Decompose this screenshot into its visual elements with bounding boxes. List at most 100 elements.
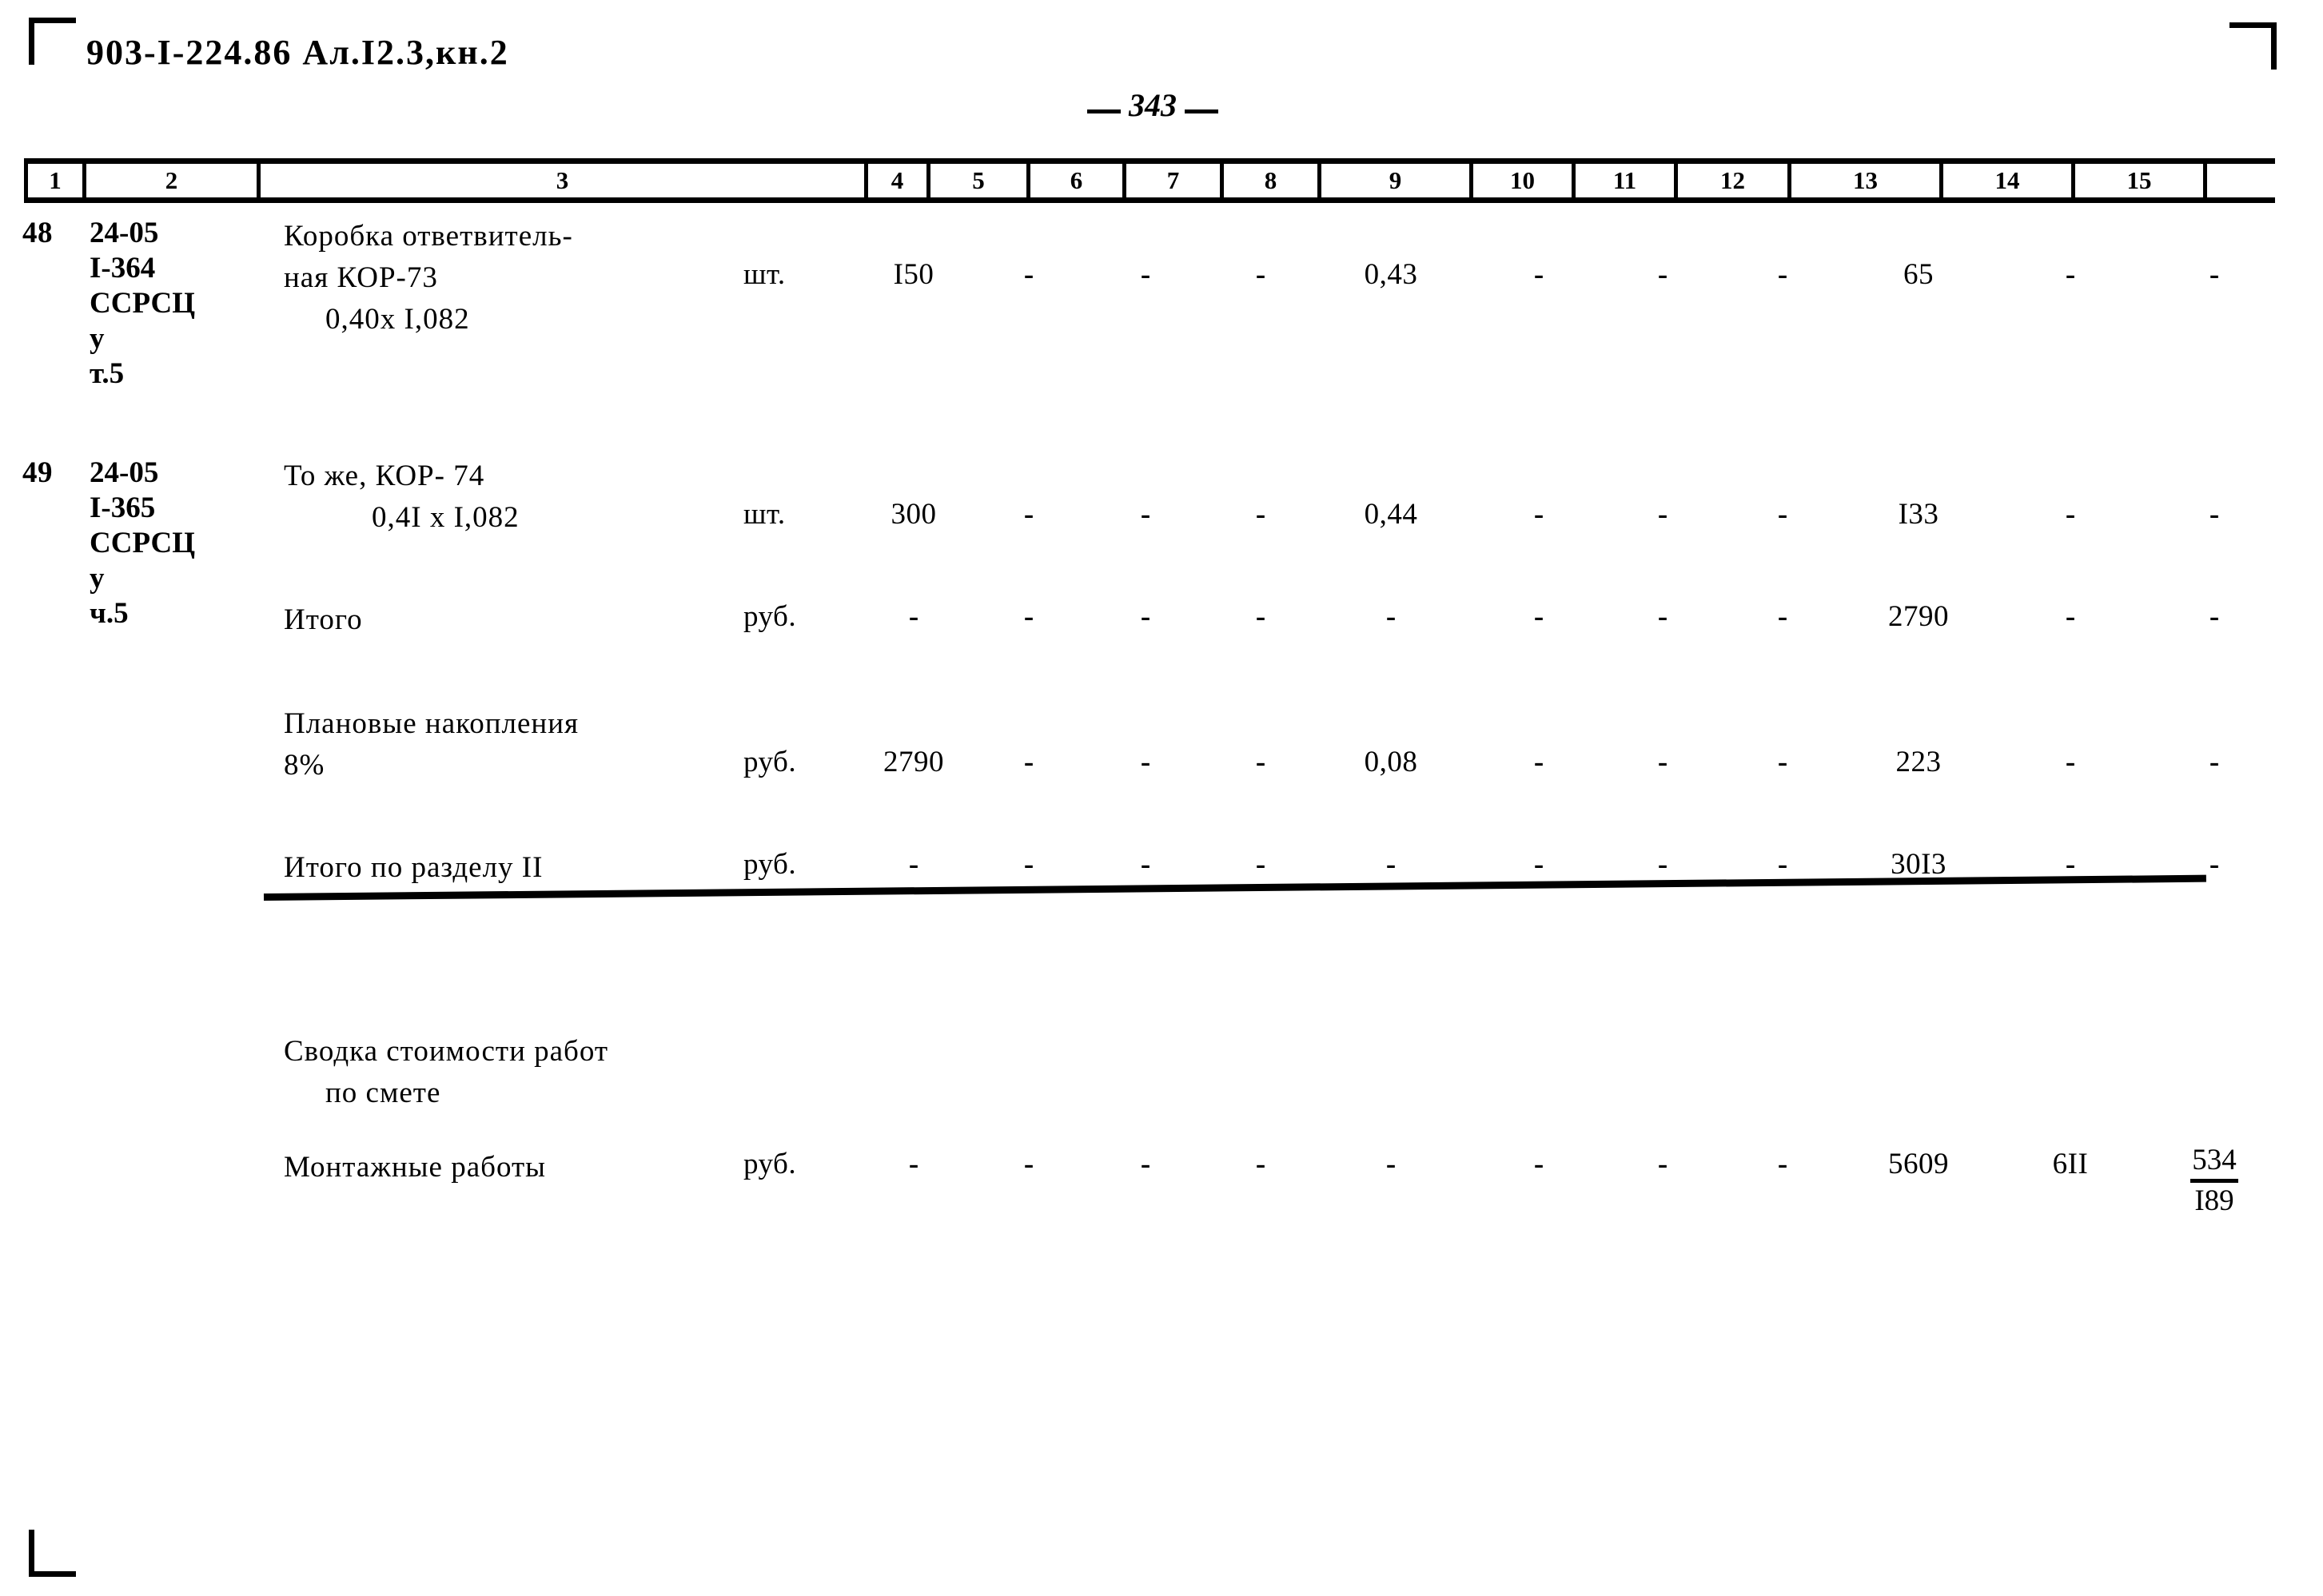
cell-unit: руб. (743, 1148, 797, 1180)
column-header-7: 7 (1126, 164, 1224, 197)
row-description-line: Коробка ответвитель- (284, 220, 573, 253)
cell-col-7: - (1140, 1148, 1151, 1180)
row-code-line: ч.5 (90, 597, 129, 630)
cell-col-10: - (1533, 1148, 1544, 1180)
cell-col-5: 2790 (883, 746, 944, 778)
row-code-line: 24-05 (90, 217, 159, 249)
cell-col-15: - (2209, 746, 2220, 778)
cell-col-15: - (2209, 498, 2220, 531)
page-number-right-dash (1185, 109, 1218, 113)
cell-col-10: - (1533, 258, 1544, 291)
cell-col-13: 65 (1903, 258, 1934, 291)
cell-col-11: - (1657, 258, 1668, 291)
cell-col-7: - (1140, 498, 1151, 531)
cell-unit: шт. (743, 498, 786, 531)
crop-mark-bottom-left (29, 1530, 76, 1577)
row-description-line: Сводка стоимости работ (284, 1035, 609, 1068)
row-description-line: по смете (325, 1077, 441, 1109)
cell-col-9: - (1385, 600, 1397, 633)
column-header-8: 8 (1224, 164, 1321, 197)
column-header-12: 12 (1678, 164, 1791, 197)
cell-col-8: - (1255, 848, 1266, 881)
crop-mark-top-left (29, 18, 76, 65)
cell-col-15: - (2209, 600, 2220, 633)
cell-col-8: - (1255, 746, 1266, 778)
cell-col-11: - (1657, 498, 1668, 531)
cell-col-9: 0,08 (1364, 746, 1418, 778)
column-header-13: 13 (1791, 164, 1943, 197)
row-code-line: у (90, 562, 105, 595)
page-number-value: 343 (1129, 87, 1177, 123)
crop-mark-top-right (2229, 22, 2277, 70)
row-description: Плановые накопления 8% (284, 703, 579, 786)
cell-col-10: - (1533, 600, 1544, 633)
cell-col-5: - (908, 848, 919, 881)
cell-col-5: I50 (893, 258, 934, 291)
cell-col-11: - (1657, 1148, 1668, 1180)
table-column-header-row: 1 2 3 4 5 6 7 8 9 10 11 12 13 14 15 (24, 158, 2275, 203)
column-header-2: 2 (86, 164, 261, 197)
column-header-14: 14 (1943, 164, 2075, 197)
cell-col-12: - (1777, 746, 1788, 778)
row-description: То же, КОР- 74 0,4I x I,082 (284, 456, 520, 539)
row-code-line: 24-05 (90, 456, 159, 489)
column-header-11: 11 (1576, 164, 1678, 197)
cell-col-14: - (2065, 746, 2076, 778)
row-description-line: Плановые накопления (284, 707, 580, 740)
cell-col-12: - (1777, 1148, 1788, 1180)
cell-unit: руб. (743, 746, 797, 778)
row-code-line: I-364 (90, 252, 156, 285)
cell-col-7: - (1140, 848, 1151, 881)
page-number: 343 (1087, 86, 1218, 124)
cell-col-6: - (1023, 1148, 1034, 1180)
document-header-code: 903-I-224.86 Ал.I2.3,кн.2 (86, 33, 509, 72)
document-page: 903-I-224.86 Ал.I2.3,кн.2 343 1234567891… (0, 0, 2323, 1596)
row-code-line: у (90, 322, 105, 355)
cell-col-13: 223 (1895, 746, 1942, 778)
cell-col-5: 300 (891, 498, 937, 531)
row-description-line: Итого (284, 603, 363, 636)
cell-col-11: - (1657, 746, 1668, 778)
cell-col-6: - (1023, 600, 1034, 633)
cell-col-7: - (1140, 746, 1151, 778)
cell-col-6: - (1023, 258, 1034, 291)
cell-col-12: - (1777, 848, 1788, 881)
column-header-15: 15 (2075, 164, 2207, 197)
row-description-line: Итого по разделу II (284, 851, 544, 884)
column-header-3: 3 (261, 164, 868, 197)
cell-col-8: - (1255, 1148, 1266, 1180)
row-code-line: т.5 (90, 357, 125, 390)
cell-col-5: - (908, 600, 919, 633)
row-code-line: ССРСЦ (90, 287, 195, 320)
row-description: Итого по разделу II (284, 847, 543, 889)
cell-col-15: - (2209, 258, 2220, 291)
cell-col-10: - (1533, 848, 1544, 881)
cell-col-12: - (1777, 258, 1788, 291)
cell-col-7: - (1140, 600, 1151, 633)
cell-col-14: 6II (2052, 1148, 2089, 1180)
cell-col-14: - (2065, 600, 2076, 633)
cell-col-14: - (2065, 258, 2076, 291)
cell-col-6: - (1023, 848, 1034, 881)
cell-col-6: - (1023, 746, 1034, 778)
row-description-line: Монтажные работы (284, 1151, 547, 1184)
cell-unit: руб. (743, 848, 797, 881)
cell-col-8: - (1255, 600, 1266, 633)
cell-col-13: 5609 (1888, 1148, 1949, 1180)
cell-col-11: - (1657, 848, 1668, 881)
row-number: 49 (22, 456, 53, 489)
row-description: Сводка стоимости работ по смете (284, 1031, 608, 1114)
cell-col-9: 0,44 (1364, 498, 1418, 531)
cell-col-12: - (1777, 600, 1788, 633)
cell-col-11: - (1657, 600, 1668, 633)
row-description-line: 8% (284, 749, 325, 782)
cell-col-10: - (1533, 498, 1544, 531)
fraction-denominator: I89 (2194, 1184, 2234, 1217)
cell-col-9: 0,43 (1364, 258, 1418, 291)
row-code-line: ССРСЦ (90, 527, 195, 559)
cell-unit: шт. (743, 258, 786, 291)
column-header-4: 4 (868, 164, 930, 197)
row-description: Итого (284, 599, 363, 641)
column-header-9: 9 (1321, 164, 1473, 197)
cell-col-15-fraction: 534 I89 (2150, 1142, 2278, 1220)
